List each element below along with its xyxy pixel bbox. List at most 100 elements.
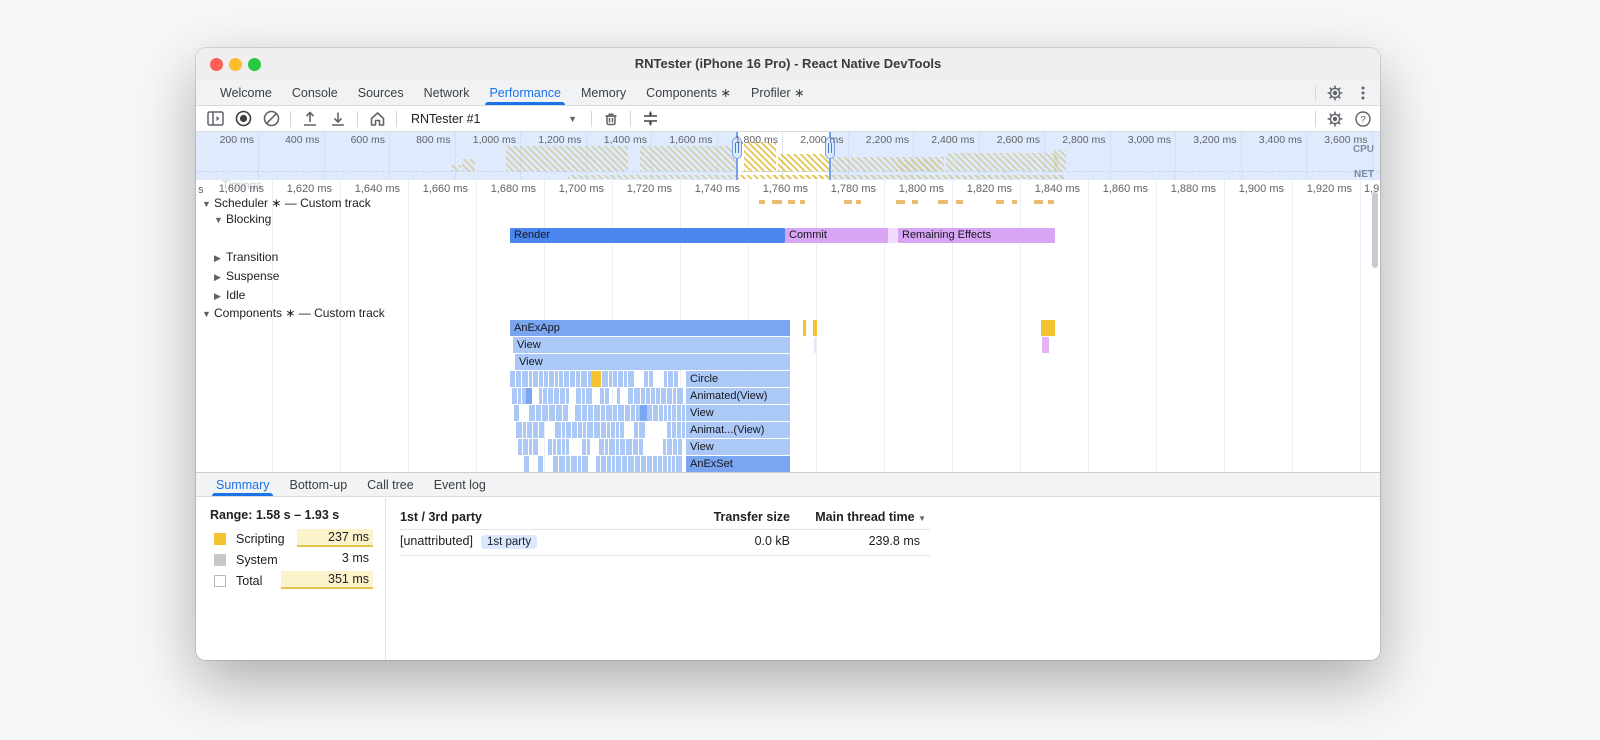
flame-sliver[interactable] xyxy=(549,371,554,387)
flame-sliver[interactable] xyxy=(678,439,682,455)
flame-sliver[interactable] xyxy=(639,422,645,438)
flame-sliver[interactable] xyxy=(548,388,553,404)
flame-sliver[interactable] xyxy=(607,456,611,472)
flame-sliver[interactable] xyxy=(663,456,667,472)
flame-sliver[interactable] xyxy=(613,405,617,421)
flame-sliver[interactable] xyxy=(596,456,600,472)
save-profile-icon[interactable] xyxy=(329,110,347,128)
flame-sliver[interactable] xyxy=(668,371,673,387)
flame-sliver[interactable] xyxy=(628,388,633,404)
flame-sliver[interactable] xyxy=(578,422,582,438)
col-header-transfer-size[interactable]: Transfer size xyxy=(714,510,790,524)
timeline-overview[interactable]: 200 ms 400 ms 600 ms 800 ms 1,000 ms 1,200 ms… xyxy=(196,132,1380,181)
scheduler-bar-commit[interactable]: Commit xyxy=(785,228,888,243)
load-profile-icon[interactable] xyxy=(301,110,319,128)
flame-bar-view[interactable]: View xyxy=(515,354,790,370)
flame-sliver[interactable] xyxy=(576,388,581,404)
flame-sliver[interactable] xyxy=(664,405,667,421)
flame-sliver[interactable] xyxy=(594,422,600,438)
flame-sliver[interactable] xyxy=(549,405,555,421)
flame-sliver[interactable] xyxy=(609,371,612,387)
flame-sliver[interactable] xyxy=(518,388,521,404)
tab-console[interactable]: Console xyxy=(282,80,348,105)
expand-triangle-icon[interactable]: ▶ xyxy=(214,291,226,302)
flame-sliver[interactable] xyxy=(673,388,676,404)
tab-call-tree[interactable]: Call tree xyxy=(357,473,424,496)
flame-sliver[interactable] xyxy=(634,388,640,404)
tab-bottom-up[interactable]: Bottom-up xyxy=(279,473,357,496)
tab-performance[interactable]: Performance xyxy=(479,80,571,105)
flame-sliver[interactable] xyxy=(601,422,606,438)
subtrack-idle[interactable]: ▶ Idle xyxy=(214,288,245,302)
toggle-sidebar-icon[interactable] xyxy=(206,110,224,128)
flame-sliver[interactable] xyxy=(616,456,621,472)
flame-sliver[interactable] xyxy=(600,388,604,404)
flame-sliver[interactable] xyxy=(527,422,532,438)
collapse-triangle-icon[interactable]: ▼ xyxy=(202,199,214,209)
flame-sliver[interactable] xyxy=(542,405,548,421)
flame-sliver[interactable] xyxy=(518,439,522,455)
subtrack-suspense[interactable]: ▶ Suspense xyxy=(214,269,279,283)
scheduler-bar-remaining-effects[interactable]: Remaining Effects xyxy=(898,228,1055,243)
flame-sliver[interactable] xyxy=(562,439,565,455)
flame-sliver[interactable] xyxy=(659,405,663,421)
flame-sliver[interactable] xyxy=(618,405,624,421)
flame-sliver[interactable] xyxy=(560,388,565,404)
flame-sliver[interactable] xyxy=(582,439,586,455)
flame-sliver[interactable] xyxy=(555,422,561,438)
collapse-triangle-icon[interactable]: ▼ xyxy=(202,309,214,319)
flame-sliver[interactable] xyxy=(646,388,650,404)
flame-sliver[interactable] xyxy=(594,405,600,421)
flame-sliver[interactable] xyxy=(617,388,620,404)
flame-sliver[interactable] xyxy=(599,439,604,455)
flame-sliver[interactable] xyxy=(677,388,683,404)
expand-triangle-icon[interactable]: ▶ xyxy=(214,272,226,283)
flame-sliver[interactable] xyxy=(566,456,570,472)
flame-sliver[interactable] xyxy=(625,405,630,421)
flame-marker[interactable] xyxy=(640,405,647,421)
flame-sliver[interactable] xyxy=(529,371,532,387)
tab-summary[interactable]: Summary xyxy=(206,473,279,496)
flame-sliver[interactable] xyxy=(628,371,634,387)
flame-sliver[interactable] xyxy=(607,422,610,438)
flame-sliver[interactable] xyxy=(581,371,587,387)
flame-sliver[interactable] xyxy=(634,422,638,438)
flame-sliver[interactable] xyxy=(522,371,528,387)
flame-sliver[interactable] xyxy=(536,405,541,421)
flame-bar-view[interactable]: View xyxy=(685,405,790,421)
collapse-triangle-icon[interactable]: ▼ xyxy=(214,215,226,225)
flame-sliver[interactable] xyxy=(583,422,586,438)
flame-sliver[interactable] xyxy=(588,405,593,421)
scheduler-bar-render[interactable]: Render xyxy=(510,228,785,243)
flame-marker[interactable] xyxy=(1042,337,1049,353)
flame-sliver[interactable] xyxy=(578,456,581,472)
flame-sliver[interactable] xyxy=(555,371,558,387)
flame-sliver[interactable] xyxy=(609,439,615,455)
flame-sliver[interactable] xyxy=(538,456,543,472)
flame-sliver[interactable] xyxy=(616,422,619,438)
flame-sliver[interactable] xyxy=(582,388,585,404)
flame-sliver[interactable] xyxy=(512,388,517,404)
record-icon[interactable] xyxy=(234,110,252,128)
home-icon[interactable] xyxy=(368,110,386,128)
more-menu-icon[interactable] xyxy=(1354,84,1372,102)
flame-sliver[interactable] xyxy=(667,422,671,438)
flame-sliver[interactable] xyxy=(539,371,543,387)
flame-sliver[interactable] xyxy=(582,456,588,472)
flame-sliver[interactable] xyxy=(543,388,547,404)
flame-scrollbar-thumb[interactable] xyxy=(1372,192,1378,268)
flame-sliver[interactable] xyxy=(667,439,672,455)
flame-sliver[interactable] xyxy=(620,422,624,438)
tab-components[interactable]: Components ∗ xyxy=(636,80,741,105)
flame-sliver[interactable] xyxy=(651,388,655,404)
flame-sliver[interactable] xyxy=(661,388,666,404)
flame-bar-circle[interactable]: Circle xyxy=(685,371,790,387)
flame-sliver[interactable] xyxy=(510,371,515,387)
flame-sliver[interactable] xyxy=(613,371,617,387)
flame-sliver[interactable] xyxy=(539,388,542,404)
flame-sliver[interactable] xyxy=(553,456,558,472)
flame-marker[interactable] xyxy=(1041,320,1055,336)
expand-triangle-icon[interactable]: ▶ xyxy=(214,253,226,264)
flame-sliver[interactable] xyxy=(653,456,657,472)
subtrack-transition[interactable]: ▶ Transition xyxy=(214,250,278,264)
